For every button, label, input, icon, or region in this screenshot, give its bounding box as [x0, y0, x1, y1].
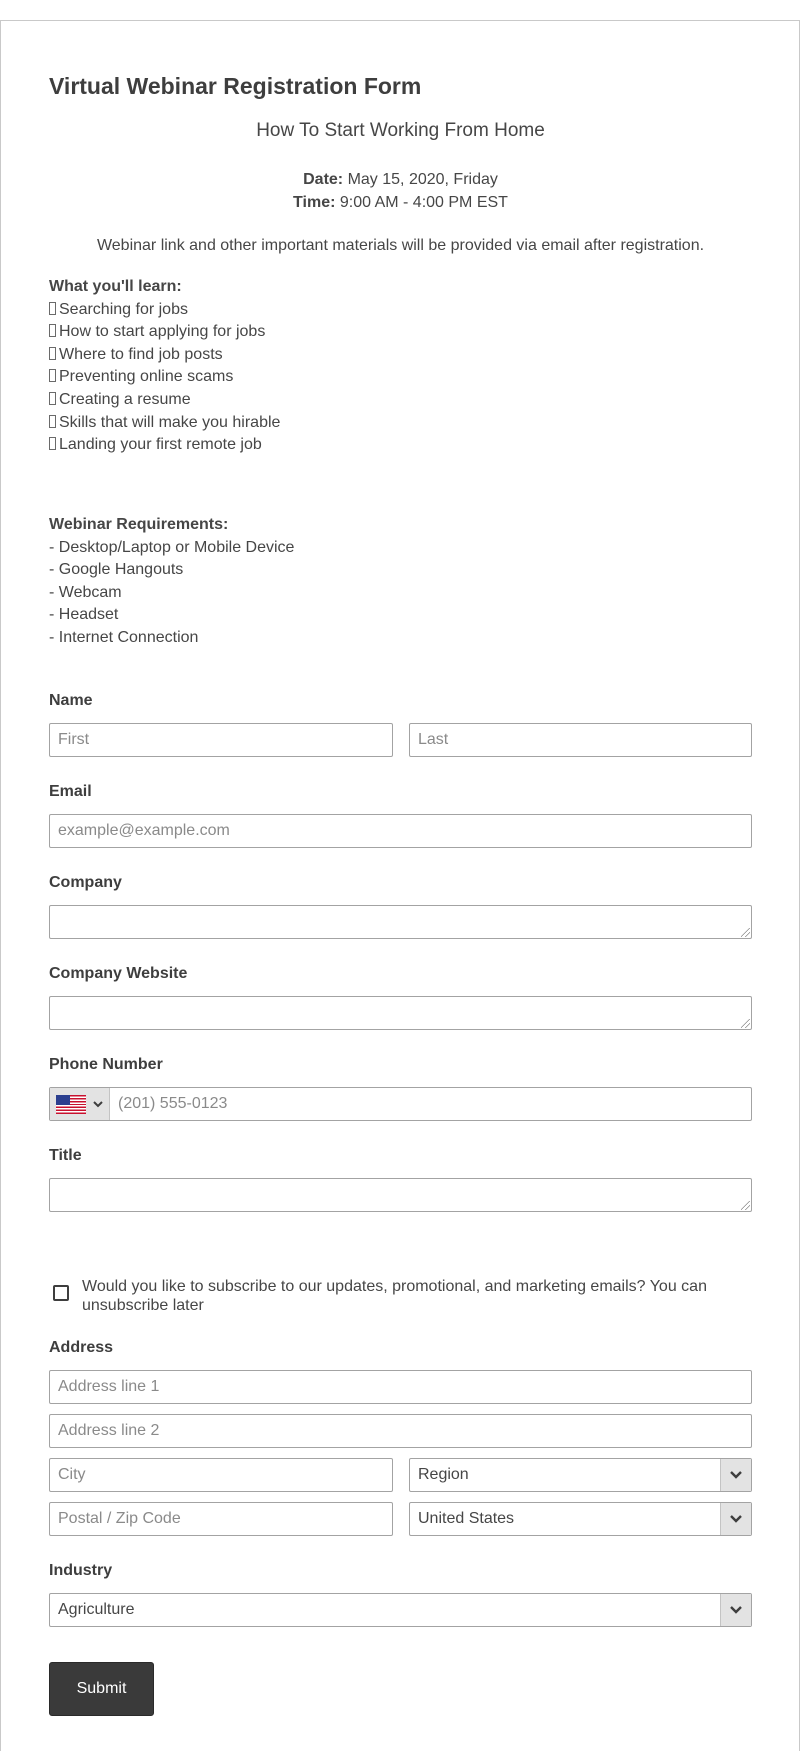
company-website-input[interactable]	[50, 997, 751, 1029]
country-select[interactable]: United States	[409, 1502, 752, 1536]
company-website-field	[49, 996, 752, 1030]
learn-heading: What you'll learn:	[49, 278, 182, 295]
learn-item: Skills that will make you hirable	[49, 412, 280, 435]
bullet-icon	[49, 414, 56, 428]
learn-item: Where to find job posts	[49, 344, 280, 367]
learn-item: Preventing online scams	[49, 366, 280, 389]
chevron-down-icon	[93, 1101, 103, 1108]
select-arrow	[720, 1594, 751, 1626]
title-label: Title	[49, 1147, 82, 1164]
date-line: Date: May 15, 2020, Friday	[49, 168, 752, 191]
webinar-schedule: Date: May 15, 2020, Friday Time: 9:00 AM…	[49, 168, 752, 214]
company-label: Company	[49, 874, 122, 891]
chevron-down-icon	[730, 1515, 742, 1523]
time-line: Time: 9:00 AM - 4:00 PM EST	[49, 191, 752, 214]
postal-code-field	[49, 1502, 393, 1536]
address-line-2-input[interactable]	[50, 1415, 751, 1447]
company-field	[49, 905, 752, 939]
requirements-list: Webinar Requirements: - Desktop/Laptop o…	[49, 514, 294, 650]
email-field	[49, 814, 752, 848]
last-name-input[interactable]	[410, 724, 751, 756]
bullet-icon	[49, 346, 56, 360]
time-value: 9:00 AM - 4:00 PM EST	[339, 194, 508, 211]
email-input[interactable]	[50, 815, 751, 847]
learn-item: Creating a resume	[49, 389, 280, 412]
first-name-field	[49, 723, 393, 757]
date-value: May 15, 2020, Friday	[347, 171, 498, 188]
region-value: Region	[418, 1466, 469, 1483]
bullet-icon	[49, 391, 56, 405]
first-name-input[interactable]	[50, 724, 392, 756]
company-website-label: Company Website	[49, 965, 188, 982]
select-arrow	[720, 1459, 751, 1491]
address-line-1-input[interactable]	[50, 1371, 751, 1403]
learn-item: Landing your first remote job	[49, 434, 280, 457]
title-field	[49, 1178, 752, 1212]
email-label: Email	[49, 783, 92, 800]
phone-field	[49, 1087, 752, 1121]
date-label: Date:	[303, 171, 344, 188]
name-label: Name	[49, 692, 93, 709]
learn-item: Searching for jobs	[49, 299, 280, 322]
bullet-icon	[49, 369, 56, 383]
requirement-item: - Headset	[49, 606, 119, 624]
last-name-field	[409, 723, 752, 757]
resize-handle-icon[interactable]	[741, 1019, 750, 1028]
requirement-item: - Webcam	[49, 583, 122, 601]
bullet-icon	[49, 324, 56, 338]
address-line-2-field	[49, 1414, 752, 1448]
requirements-heading: Webinar Requirements:	[49, 516, 229, 533]
requirement-item: - Google Hangouts	[49, 561, 184, 579]
chevron-down-icon	[730, 1471, 742, 1479]
industry-label: Industry	[49, 1562, 113, 1579]
resize-handle-icon[interactable]	[741, 1201, 750, 1210]
address-line-1-field	[49, 1370, 752, 1404]
country-value: United States	[418, 1510, 515, 1527]
industry-value: Agriculture	[58, 1601, 135, 1618]
resize-handle-icon[interactable]	[741, 928, 750, 937]
us-flag-icon	[56, 1095, 86, 1114]
chevron-down-icon	[730, 1606, 742, 1614]
requirement-item: - Desktop/Laptop or Mobile Device	[49, 538, 295, 556]
city-input[interactable]	[50, 1459, 392, 1491]
submit-button[interactable]: Submit	[49, 1662, 154, 1716]
learn-list: What you'll learn: Searching for jobs Ho…	[49, 276, 280, 457]
company-input[interactable]	[50, 906, 751, 938]
bullet-icon	[49, 437, 56, 451]
select-arrow	[720, 1503, 751, 1535]
city-field	[49, 1458, 393, 1492]
form-title: Virtual Webinar Registration Form	[49, 73, 422, 99]
region-select[interactable]: Region	[409, 1458, 752, 1492]
learn-item: How to start applying for jobs	[49, 321, 280, 344]
intro-text: Webinar link and other important materia…	[96, 237, 705, 254]
bullet-icon	[49, 301, 56, 315]
address-label: Address	[49, 1339, 114, 1356]
subscribe-checkbox[interactable]	[53, 1285, 69, 1301]
subscribe-label: Would you like to subscribe to our updat…	[82, 1278, 707, 1314]
industry-select[interactable]: Agriculture	[49, 1593, 752, 1627]
time-label: Time:	[293, 194, 336, 211]
country-code-dropdown[interactable]	[50, 1088, 110, 1120]
phone-input[interactable]	[110, 1088, 751, 1120]
title-input[interactable]	[50, 1179, 751, 1211]
form-card: Virtual Webinar Registration Form How To…	[0, 20, 800, 1751]
webinar-subtitle: How To Start Working From Home	[256, 120, 545, 141]
phone-label: Phone Number	[49, 1056, 163, 1073]
requirement-item: - Internet Connection	[49, 628, 199, 646]
postal-code-input[interactable]	[50, 1503, 392, 1535]
